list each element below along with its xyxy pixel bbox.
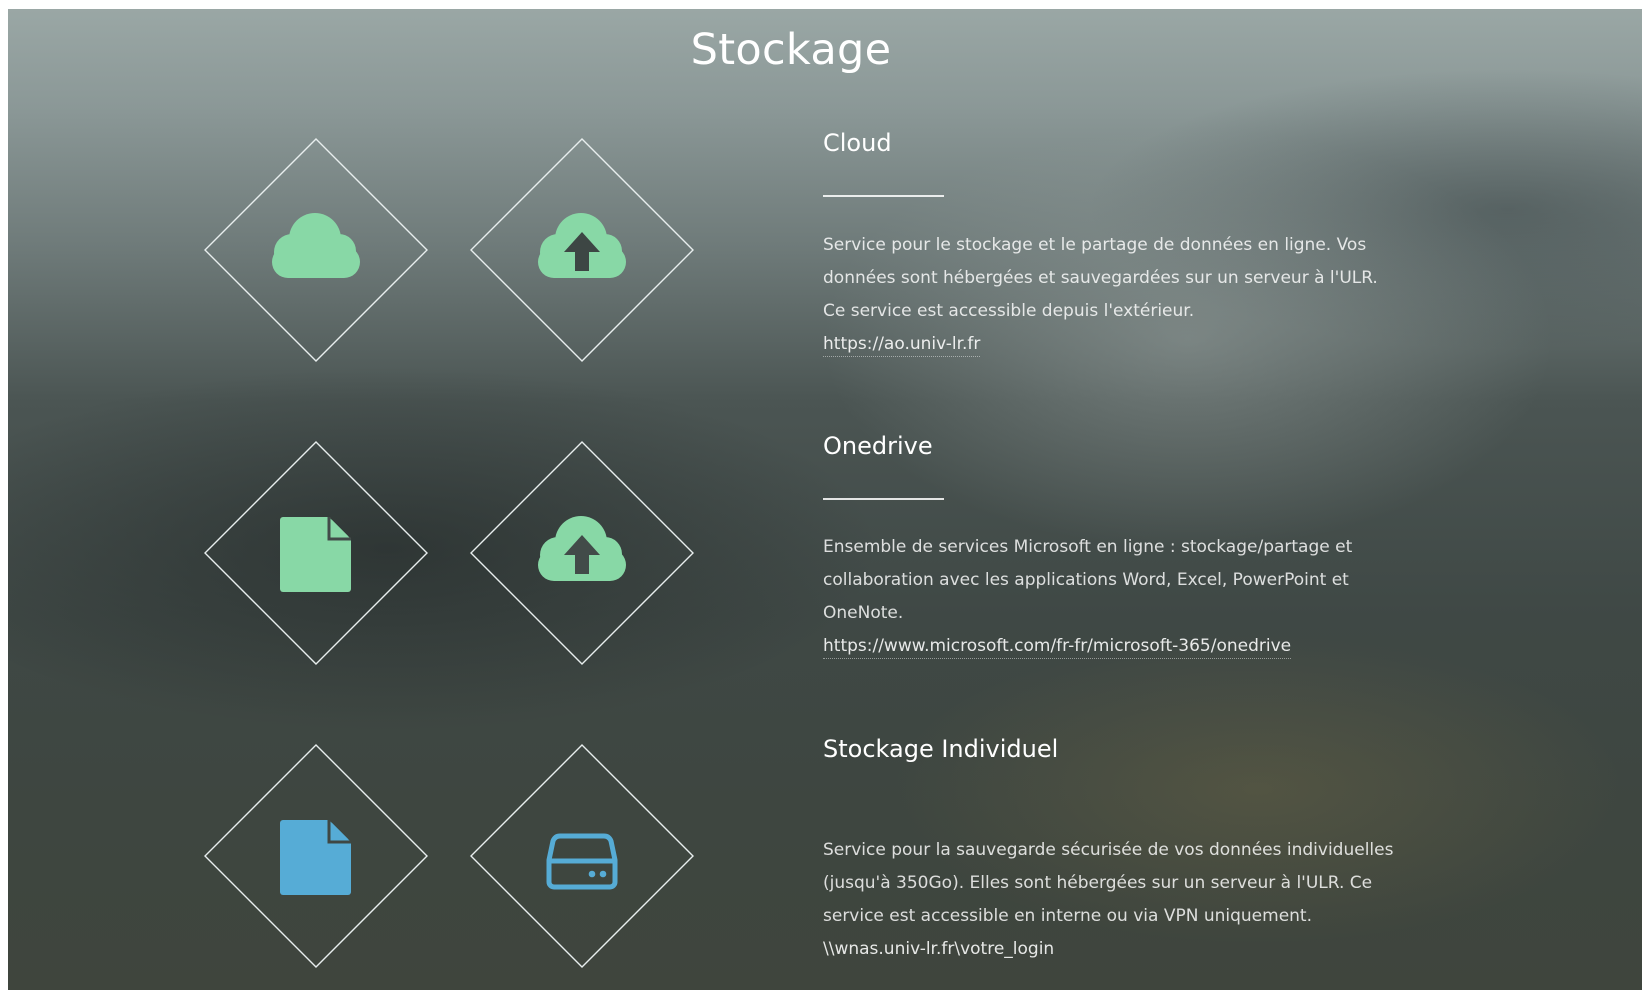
file-icon (280, 517, 351, 592)
description-text: Service pour la sauvegarde sécurisée de … (823, 840, 1394, 926)
cloud-upload-icon (538, 213, 626, 278)
hard-drive-icon (546, 833, 618, 890)
section-title-individual: Stockage Individuel (823, 735, 1059, 763)
individual-drive-tile[interactable] (470, 744, 694, 968)
file-icon (280, 820, 351, 895)
onedrive-file-tile[interactable] (204, 441, 428, 665)
cloud-tile[interactable] (204, 138, 428, 362)
section-description-onedrive: Ensemble de services Microsoft en ligne … (823, 531, 1403, 663)
individual-file-tile[interactable] (204, 744, 428, 968)
title-divider (823, 195, 944, 197)
description-text: Ensemble de services Microsoft en ligne … (823, 537, 1353, 623)
title-divider (823, 498, 944, 500)
cloud-upload-icon (538, 516, 626, 581)
section-description-cloud: Service pour le stockage et le partage d… (823, 229, 1403, 361)
cloud-icon (272, 213, 360, 278)
onedrive-upload-tile[interactable] (470, 441, 694, 665)
page-title: Stockage (690, 25, 892, 75)
section-title-onedrive: Onedrive (823, 432, 933, 460)
cloud-upload-tile[interactable] (470, 138, 694, 362)
section-title-cloud: Cloud (823, 129, 892, 157)
network-path[interactable]: \\wnas.univ-lr.fr\votre_login (823, 937, 1054, 961)
onedrive-link[interactable]: https://www.microsoft.com/fr-fr/microsof… (823, 634, 1292, 659)
storage-section: Stockage Cloud Service pour le stockage … (8, 9, 1642, 990)
description-text: Service pour le stockage et le partage d… (823, 235, 1378, 321)
cloud-link[interactable]: https://ao.univ-lr.fr (823, 332, 981, 357)
section-description-individual: Service pour la sauvegarde sécurisée de … (823, 834, 1403, 966)
